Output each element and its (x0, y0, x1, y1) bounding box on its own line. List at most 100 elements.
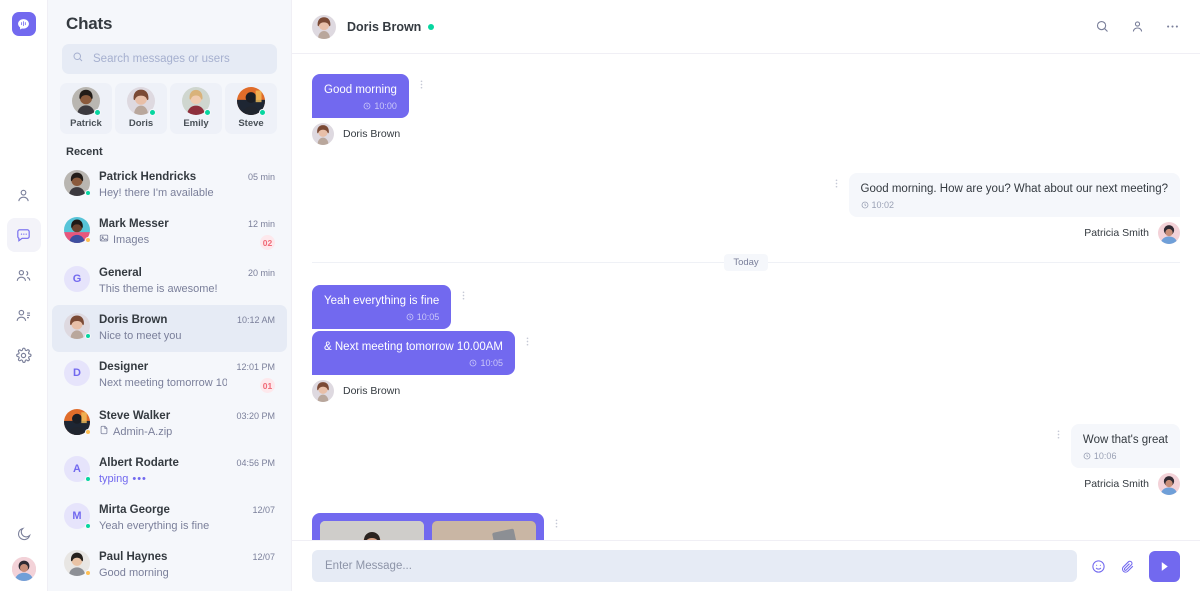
chat-list-item[interactable]: Mark Messer Images 12 min 02 (52, 209, 287, 258)
presence-dot (84, 428, 91, 435)
sender-name: Patricia Smith (1084, 227, 1149, 239)
chat-item-time: 20 min (247, 268, 275, 278)
chat-item-preview-text: Admin-A.zip (113, 426, 173, 438)
rail-item-chats[interactable] (6, 218, 41, 252)
message-row: Yeah everything is fine 10:05 & Next mee… (312, 285, 1180, 402)
favourite-label: Doris (128, 118, 154, 129)
message-meta: 10:00 (324, 101, 397, 111)
message-bubble[interactable]: & Next meeting tomorrow 10.00AM 10:05 (312, 331, 515, 375)
conversation-panel: Doris Brown Good morning 10:00 Doris Bro… (292, 0, 1200, 591)
image-message-bubble[interactable]: ••• (312, 513, 544, 540)
search-icon[interactable] (1095, 19, 1110, 34)
rail-item-profile[interactable] (7, 178, 41, 212)
chat-item-preview: Good morning (99, 566, 243, 581)
chat-item-preview: Next meeting tomorrow 10.00AM (99, 376, 227, 391)
chat-list-item[interactable]: Patrick Hendricks Hey! there I'm availabl… (52, 162, 287, 209)
chat-item-name: Patrick Hendricks (99, 171, 197, 183)
logo-icon[interactable] (11, 12, 36, 36)
message-input[interactable] (312, 550, 1077, 582)
rail-item-contacts[interactable] (7, 298, 41, 332)
message-row: Good morning. How are you? What about ou… (312, 173, 1180, 244)
message-options-icon[interactable] (416, 74, 427, 93)
chat-list-item[interactable]: Steve Walker Admin-A.zip 03:20 PM (52, 401, 287, 448)
favourite-emily[interactable]: Emily (170, 83, 222, 134)
message-meta: 10:05 (324, 312, 439, 322)
chat-list-item[interactable]: M Mirta George Yeah everything is fine 12/0… (52, 495, 287, 542)
message-composer (292, 540, 1200, 591)
avatar: M (64, 503, 91, 529)
message-bubble[interactable]: Good morning. How are you? What about ou… (848, 173, 1180, 217)
favourite-patrick[interactable]: Patrick (60, 83, 112, 134)
chat-item-right: 10:12 AM (237, 313, 275, 327)
message-row: Wow that's great 10:06 Patricia Smith (312, 424, 1180, 495)
chat-item-body: Designer Next meeting tomorrow 10.00AM (99, 360, 227, 391)
chat-item-name: Doris Brown (99, 314, 168, 326)
chat-item-preview: This theme is awesome! (99, 282, 239, 297)
conversation-header: Doris Brown (292, 0, 1200, 54)
divider-label: Today (724, 254, 768, 271)
image-attachment[interactable]: ••• (320, 521, 424, 540)
chat-item-preview-text: This theme is awesome! (99, 283, 218, 295)
search-box[interactable] (62, 44, 277, 74)
message-row: ••• (312, 513, 1180, 540)
avatar (312, 380, 334, 402)
chat-item-preview-text: Hey! there I'm available (99, 187, 214, 199)
dark-mode-toggle[interactable] (7, 517, 41, 551)
search-input[interactable] (93, 53, 267, 65)
avatar (1158, 473, 1180, 495)
message-sender: Doris Brown (312, 123, 400, 145)
message-bubble[interactable]: Yeah everything is fine 10:05 (312, 285, 452, 329)
chat-item-right: 05 min (248, 170, 275, 184)
chat-list-item[interactable]: Doris Brown Nice to meet you 10:12 AM (52, 305, 287, 352)
message-options-icon[interactable] (522, 331, 533, 350)
chat-item-right: 03:20 PM (236, 409, 275, 423)
favourite-label: Steve (238, 118, 264, 129)
search-icon (72, 50, 84, 68)
message-options-icon[interactable] (551, 513, 562, 532)
more-icon[interactable] (1165, 19, 1180, 34)
chat-item-preview: Images (99, 233, 239, 248)
chat-item-right: 12:01 PM 01 (236, 360, 275, 393)
message-options-icon[interactable] (831, 173, 842, 192)
chat-list-item[interactable]: D Designer Next meeting tomorrow 10.00AM 12… (52, 352, 287, 401)
avatar (64, 409, 91, 435)
message-options-icon[interactable] (458, 285, 469, 304)
message-time: 10:06 (1093, 451, 1117, 461)
favourite-steve[interactable]: Steve (225, 83, 277, 134)
chat-item-preview-text: Yeah everything is fine (99, 520, 210, 532)
divider-line-left (312, 262, 725, 263)
chat-item-time: 03:20 PM (236, 411, 275, 421)
image-attachment[interactable]: ••• (432, 521, 536, 540)
message-text: Good morning. How are you? What about ou… (860, 183, 1168, 195)
chat-item-body: Paul Haynes Good morning (99, 550, 243, 581)
message-bubble[interactable]: Wow that's great 10:06 (1070, 424, 1180, 468)
avatar (127, 87, 156, 116)
message-meta: 10:05 (324, 358, 503, 368)
paperclip-icon[interactable] (1120, 559, 1135, 574)
message-bubble[interactable]: Good morning 10:00 (312, 74, 409, 118)
chat-item-time: 12/07 (252, 552, 275, 562)
rail-item-groups[interactable] (7, 258, 41, 292)
online-dot (94, 109, 101, 116)
message-sender: Patricia Smith (1084, 222, 1180, 244)
chat-list-item[interactable]: G General This theme is awesome! 20 min (52, 258, 287, 305)
conversation-avatar[interactable] (312, 14, 336, 39)
avatar-initial: G (64, 266, 90, 292)
message-sender: Doris Brown (312, 380, 400, 402)
user-icon[interactable] (1130, 19, 1145, 34)
chat-list-item[interactable]: A Albert Rodarte typing ••• 04:56 PM (52, 448, 287, 495)
chat-list-item[interactable]: Paul Haynes Good morning 12/07 (52, 542, 287, 589)
presence-dot (84, 569, 91, 576)
rail-item-settings[interactable] (7, 338, 41, 372)
chat-item-name: General (99, 267, 142, 279)
favourite-doris[interactable]: Doris (115, 83, 167, 134)
chat-item-time: 12:01 PM (236, 362, 275, 372)
message-time: 10:05 (480, 358, 503, 368)
send-button[interactable] (1149, 550, 1180, 582)
file-icon (99, 425, 109, 440)
profile-avatar[interactable] (11, 557, 36, 581)
emoji-icon[interactable] (1091, 559, 1106, 574)
message-time: 10:02 (871, 200, 895, 210)
rail-bottom (7, 517, 41, 581)
message-options-icon[interactable] (1053, 424, 1064, 443)
